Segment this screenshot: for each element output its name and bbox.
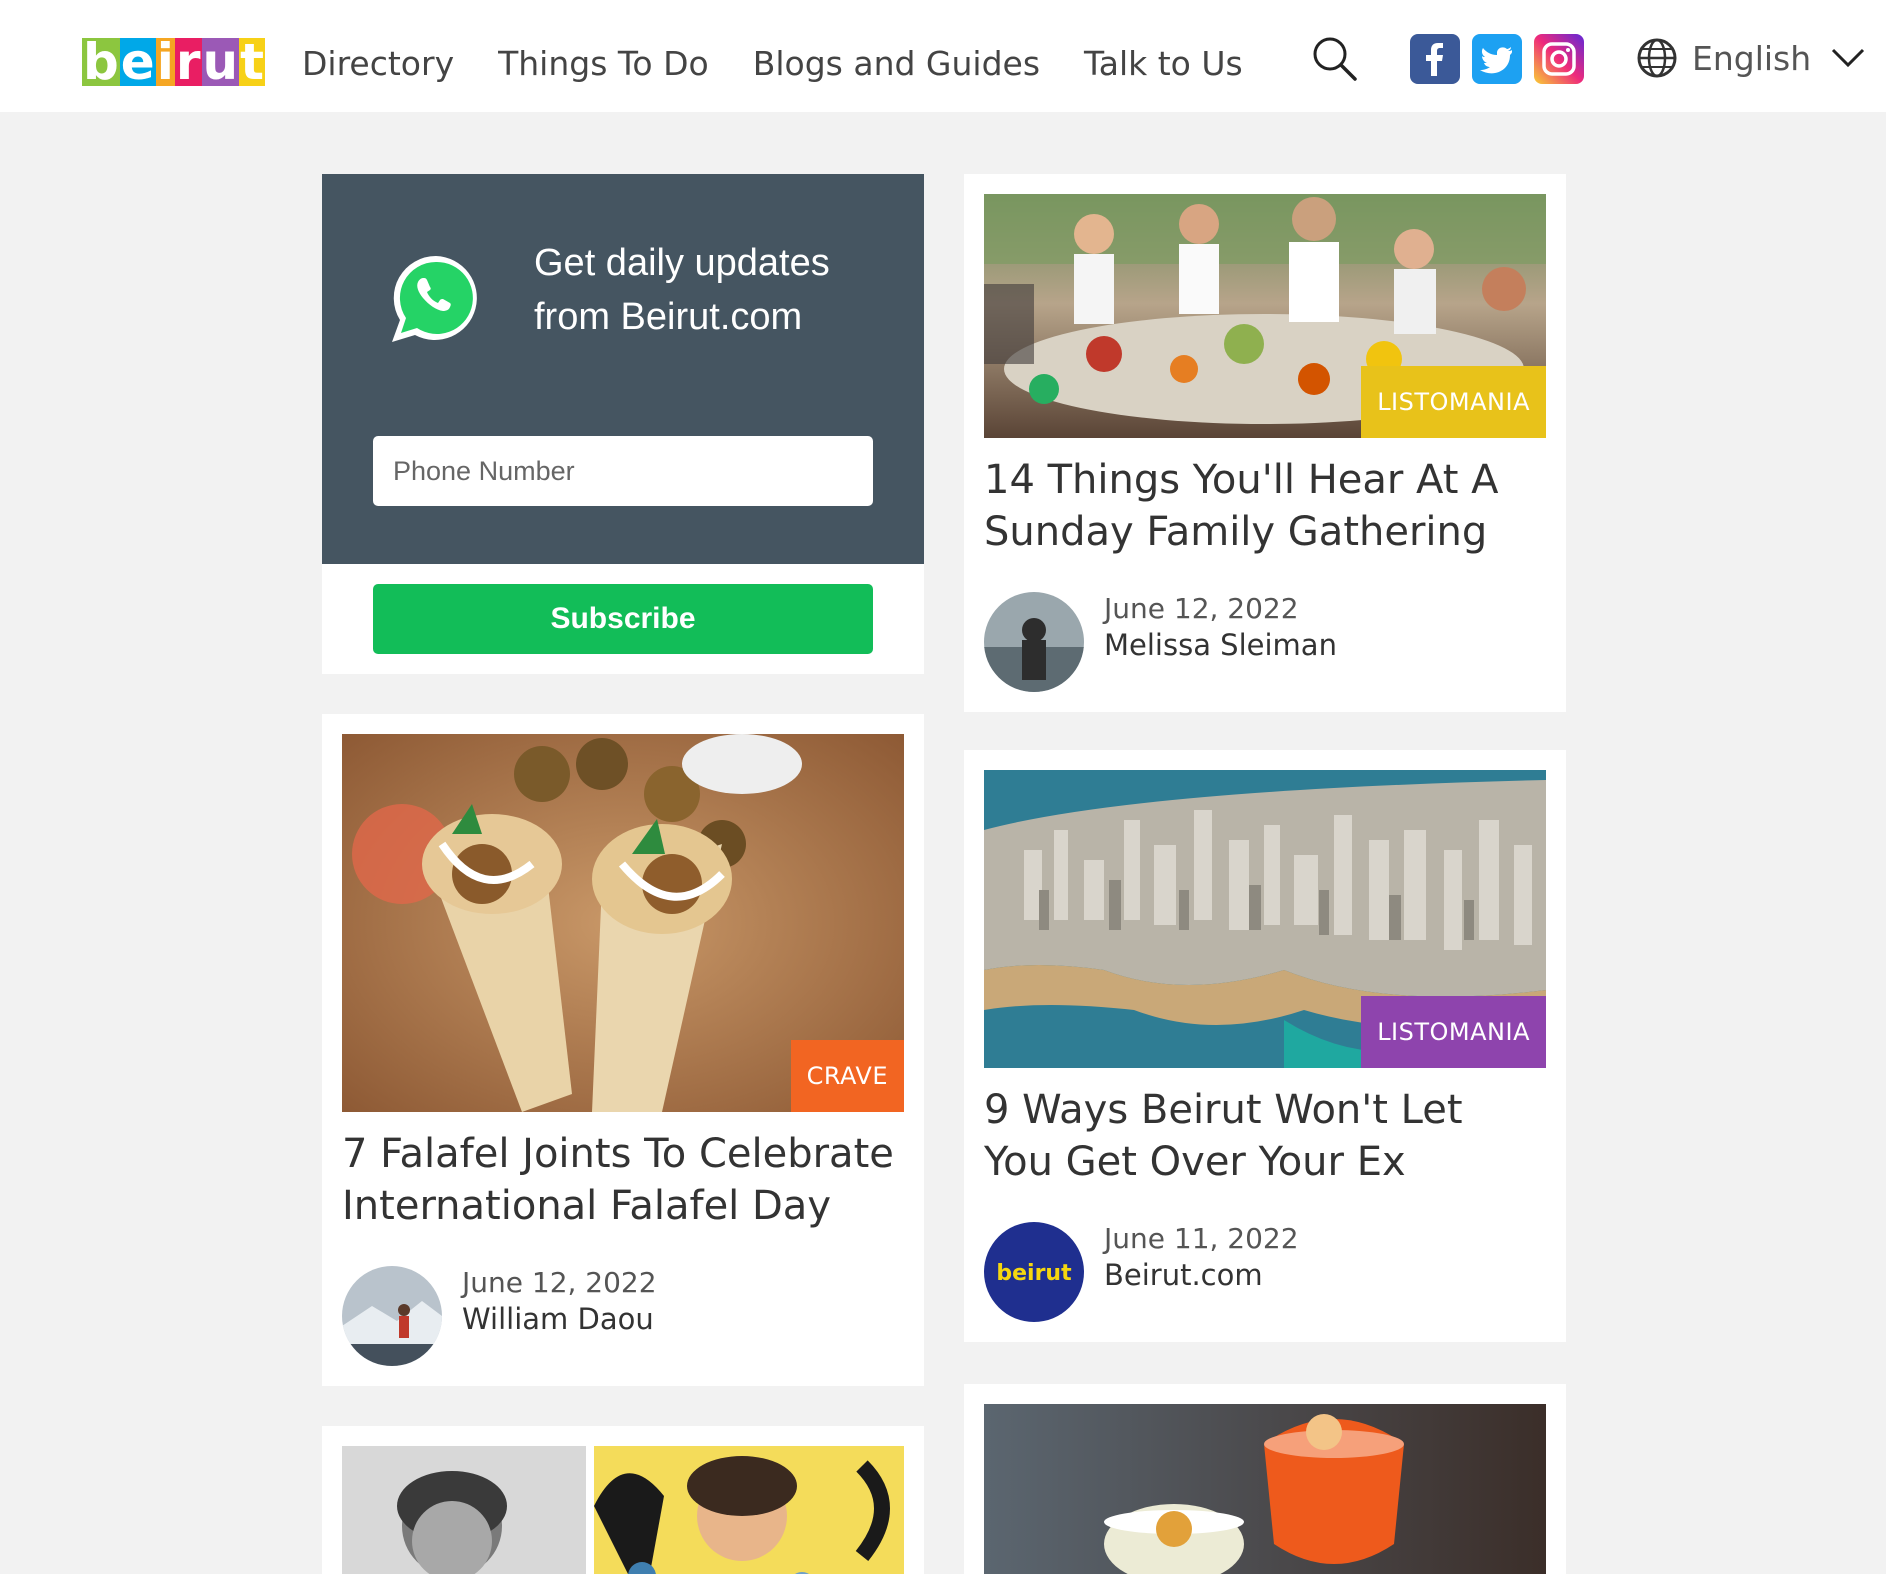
language-selector[interactable]: English	[1636, 36, 1865, 80]
search-icon[interactable]	[1310, 34, 1358, 82]
chevron-down-icon	[1832, 48, 1865, 68]
facebook-icon[interactable]	[1410, 34, 1460, 84]
logo-letter-r: r	[174, 33, 202, 91]
whatsapp-panel: Get daily updates from Beirut.com	[322, 174, 924, 564]
article-author[interactable]: Beirut.com	[1104, 1258, 1263, 1292]
logo-letter-e: e	[119, 33, 156, 91]
article-image[interactable]	[342, 1446, 904, 1574]
nav-directory[interactable]: Directory	[302, 44, 454, 83]
article-date: June 12, 2022	[462, 1266, 657, 1299]
whatsapp-icon	[388, 250, 484, 346]
author-avatar[interactable]	[342, 1266, 442, 1366]
nav-things-to-do[interactable]: Things To Do	[498, 44, 709, 83]
logo-letter-t: t	[239, 33, 266, 91]
article-date: June 12, 2022	[1104, 592, 1299, 625]
article-image[interactable]: CRAVE	[342, 734, 904, 1112]
logo-letter-i: i	[155, 33, 175, 91]
svg-text:beirut: beirut	[996, 1261, 1072, 1286]
author-avatar[interactable]	[984, 592, 1084, 692]
logo-letter-u: u	[201, 33, 240, 91]
article-card[interactable]: CRAVE 7 Falafel Joints To Celebrate Inte…	[322, 714, 924, 1386]
phone-number-input[interactable]	[373, 436, 873, 506]
beirut-logo[interactable]: b e i r u t	[82, 33, 266, 91]
site-header: b e i r u t Directory Things To Do Blogs…	[0, 0, 1886, 112]
category-badge[interactable]: LISTOMANIA	[1361, 996, 1546, 1068]
article-author[interactable]: Melissa Sleiman	[1104, 628, 1337, 662]
nav-talk-to-us[interactable]: Talk to Us	[1084, 44, 1243, 83]
whatsapp-subscribe-card: Get daily updates from Beirut.com Subscr…	[322, 174, 924, 674]
globe-icon	[1637, 38, 1677, 78]
article-card[interactable]: LISTOMANIA 9 Ways Beirut Won't Let You G…	[964, 750, 1566, 1342]
logo-letter-b: b	[82, 33, 120, 91]
category-badge[interactable]: LISTOMANIA	[1361, 366, 1546, 438]
article-card[interactable]	[964, 1384, 1566, 1574]
twitter-icon[interactable]	[1472, 34, 1522, 84]
article-date: June 11, 2022	[1104, 1222, 1299, 1255]
nav-blogs-and-guides[interactable]: Blogs and Guides	[753, 44, 1040, 83]
whatsapp-headline: Get daily updates from Beirut.com	[534, 242, 830, 338]
article-author[interactable]: William Daou	[462, 1302, 654, 1336]
author-avatar[interactable]: beirut	[984, 1222, 1084, 1322]
article-image[interactable]	[984, 1404, 1546, 1574]
article-title[interactable]: 14 Things You'll Hear At A Sunday Family…	[984, 454, 1544, 558]
main-nav: Directory Things To Do Blogs and Guides …	[302, 44, 1287, 83]
instagram-icon[interactable]	[1534, 34, 1584, 84]
subscribe-button[interactable]: Subscribe	[373, 584, 873, 654]
language-label: English	[1692, 38, 1812, 78]
article-title[interactable]: 7 Falafel Joints To Celebrate Internatio…	[342, 1128, 902, 1232]
article-image[interactable]: LISTOMANIA	[984, 770, 1546, 1068]
article-card[interactable]	[322, 1426, 924, 1574]
article-image[interactable]: LISTOMANIA	[984, 194, 1546, 438]
category-badge[interactable]: CRAVE	[790, 1040, 904, 1112]
article-card[interactable]: LISTOMANIA 14 Things You'll Hear At A Su…	[964, 174, 1566, 712]
article-title[interactable]: 9 Ways Beirut Won't Let You Get Over You…	[984, 1084, 1544, 1188]
